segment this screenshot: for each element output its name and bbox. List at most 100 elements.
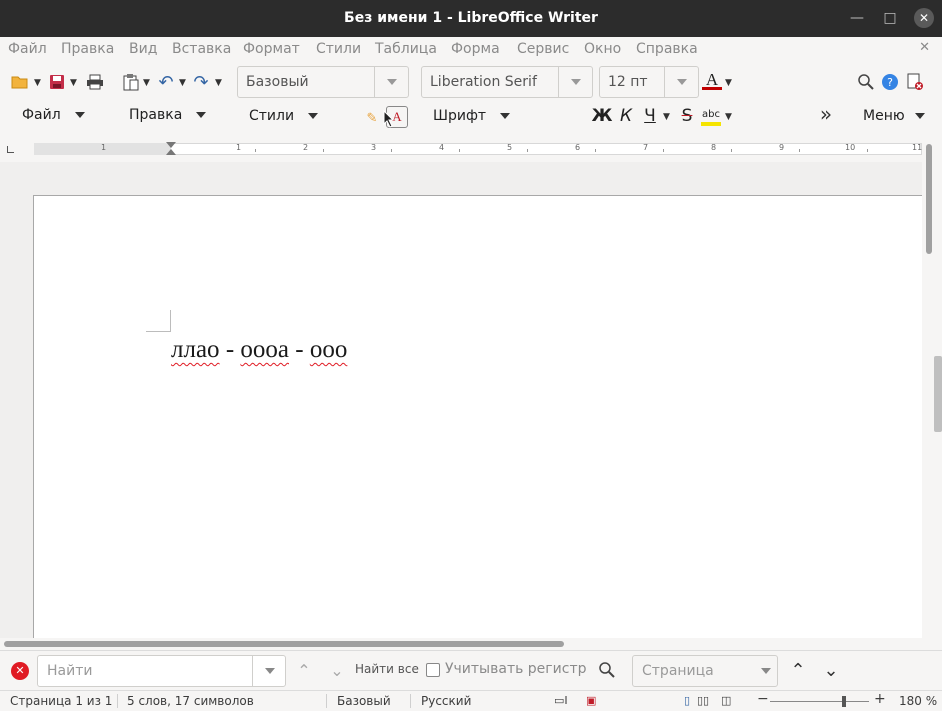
font-size-combo[interactable]: 12 пт [599, 66, 699, 98]
save-dropdown-icon[interactable]: ▼ [70, 78, 77, 88]
menu-tools[interactable]: Сервис [517, 41, 569, 57]
underline-dropdown-icon[interactable]: ▼ [663, 112, 670, 122]
vertical-scroll-thumb[interactable] [926, 144, 932, 254]
undo-dropdown-icon[interactable]: ▼ [179, 78, 186, 88]
find-replace-dialog-icon[interactable] [597, 660, 617, 680]
bold-icon[interactable]: Ж [592, 106, 613, 126]
ruler-tick [459, 149, 460, 152]
font-name-dropdown-icon[interactable] [558, 67, 592, 97]
zoom-level-status[interactable]: 180 % [899, 694, 937, 708]
horizontal-ruler[interactable]: 1 1 2 3 4 5 6 7 8 9 10 11 [0, 140, 942, 162]
menu-edit[interactable]: Правка [61, 41, 114, 57]
book-view-icon[interactable]: ◫ [721, 694, 731, 707]
find-placeholder: Найти [47, 663, 93, 679]
menu-form[interactable]: Форма [451, 41, 500, 57]
print-icon[interactable] [85, 72, 105, 92]
status-separator [410, 694, 411, 708]
styles-group-text: Стили [249, 108, 295, 124]
page-dropdown-icon[interactable] [761, 668, 771, 674]
sidebar-toggle[interactable] [934, 356, 942, 432]
open-folder-icon[interactable] [10, 72, 30, 92]
misspelled-word[interactable]: ооо [310, 336, 348, 363]
font-color-dropdown-icon[interactable]: ▼ [725, 78, 732, 88]
file-group-label[interactable]: Файл [22, 107, 85, 123]
italic-icon[interactable]: К [616, 106, 636, 126]
match-case-checkbox[interactable] [426, 663, 440, 677]
indent-marker-icon[interactable] [166, 142, 176, 148]
ruler-tick [527, 149, 528, 152]
first-line-indent-icon[interactable] [166, 149, 176, 155]
font-size-value: 12 пт [608, 74, 648, 90]
horizontal-scroll-thumb[interactable] [4, 641, 564, 647]
menu-table[interactable]: Таблица [375, 41, 437, 57]
close-document-icon[interactable]: ✕ [919, 40, 930, 55]
paragraph-style-combo[interactable]: Базовый [237, 66, 409, 98]
find-input[interactable]: Найти [37, 655, 286, 687]
highlight-icon[interactable]: abc [701, 106, 721, 126]
zoom-out-icon[interactable]: − [757, 691, 769, 707]
zoom-slider-knob[interactable] [842, 696, 847, 707]
maximize-button[interactable]: □ [880, 8, 900, 28]
find-all-button[interactable]: Найти все [355, 662, 419, 676]
font-name-combo[interactable]: Liberation Serif [421, 66, 593, 98]
page-style-status[interactable]: Базовый [337, 694, 391, 708]
menu-file[interactable]: Файл [8, 41, 47, 57]
redo-dropdown-icon[interactable]: ▼ [215, 78, 222, 88]
menu-help[interactable]: Справка [636, 41, 698, 57]
more-toolbar-icon[interactable]: » [816, 102, 836, 126]
strikethrough-icon[interactable]: S [677, 106, 697, 126]
underline-icon[interactable]: Ч [640, 106, 660, 126]
open-dropdown-icon[interactable]: ▼ [34, 78, 41, 88]
previous-page-icon[interactable]: ⌃ [788, 660, 808, 681]
find-next-icon[interactable]: ⌄ [327, 660, 347, 680]
vertical-scrollbar[interactable] [922, 140, 942, 640]
close-window-button[interactable]: ✕ [914, 8, 934, 28]
menu-styles[interactable]: Стили [316, 41, 361, 57]
redo-icon[interactable]: ↷ [191, 72, 211, 93]
styles-group-label[interactable]: Стили [249, 108, 319, 124]
find-history-dropdown-icon[interactable] [252, 656, 286, 686]
clone-formatting-icon[interactable]: ✎ [362, 108, 382, 128]
menu-insert[interactable]: Вставка [172, 41, 231, 57]
ruler-label: 2 [303, 143, 309, 152]
close-find-bar-icon[interactable]: ✕ [11, 662, 29, 680]
page-number-input[interactable]: Страница [632, 655, 778, 687]
close-preview-icon[interactable] [905, 72, 925, 92]
undo-icon[interactable]: ↶ [156, 72, 176, 93]
menu-group-label[interactable]: Меню [863, 108, 925, 124]
font-size-dropdown-icon[interactable] [664, 67, 698, 97]
font-color-icon[interactable]: A [702, 70, 722, 90]
paragraph-style-dropdown-icon[interactable] [374, 67, 408, 97]
zoom-slider-track[interactable] [770, 701, 869, 702]
multi-page-view-icon[interactable]: ▯▯ [697, 694, 709, 707]
page-count-status[interactable]: Страница 1 из 1 [10, 694, 112, 708]
paste-dropdown-icon[interactable]: ▼ [143, 78, 150, 88]
tab-stop-icon[interactable] [7, 146, 14, 153]
ruler-tick [663, 149, 664, 152]
misspelled-word[interactable]: оооа [240, 336, 289, 363]
find-replace-icon[interactable] [856, 72, 876, 92]
paste-icon[interactable] [121, 72, 141, 92]
save-icon[interactable] [47, 72, 67, 92]
help-icon[interactable]: ? [880, 72, 900, 92]
misspelled-word[interactable]: ллао [171, 336, 220, 363]
menu-window[interactable]: Окно [584, 41, 621, 57]
horizontal-scrollbar[interactable] [0, 638, 930, 650]
language-status[interactable]: Русский [421, 694, 471, 708]
minimize-button[interactable]: — [847, 8, 867, 28]
menu-format[interactable]: Формат [243, 41, 300, 57]
document-text[interactable]: ллао - оооа - ооо [171, 336, 347, 364]
next-page-icon[interactable]: ⌄ [821, 660, 841, 681]
highlight-dropdown-icon[interactable]: ▼ [725, 112, 732, 122]
edit-group-label[interactable]: Правка [129, 107, 207, 123]
find-previous-icon[interactable]: ⌃ [294, 660, 314, 680]
menu-view[interactable]: Вид [129, 41, 157, 57]
single-page-view-icon[interactable]: ▯ [684, 694, 690, 707]
zoom-in-icon[interactable]: + [874, 691, 886, 707]
word-count-status[interactable]: 5 слов, 17 символов [127, 694, 254, 708]
font-group-label[interactable]: Шрифт [433, 108, 511, 124]
text-boundary-corner [146, 310, 171, 332]
document-modified-icon[interactable]: ▣ [586, 694, 596, 707]
document-page[interactable]: ллао - оооа - ооо [33, 195, 930, 638]
insert-mode-icon[interactable]: ▭I [554, 694, 568, 707]
